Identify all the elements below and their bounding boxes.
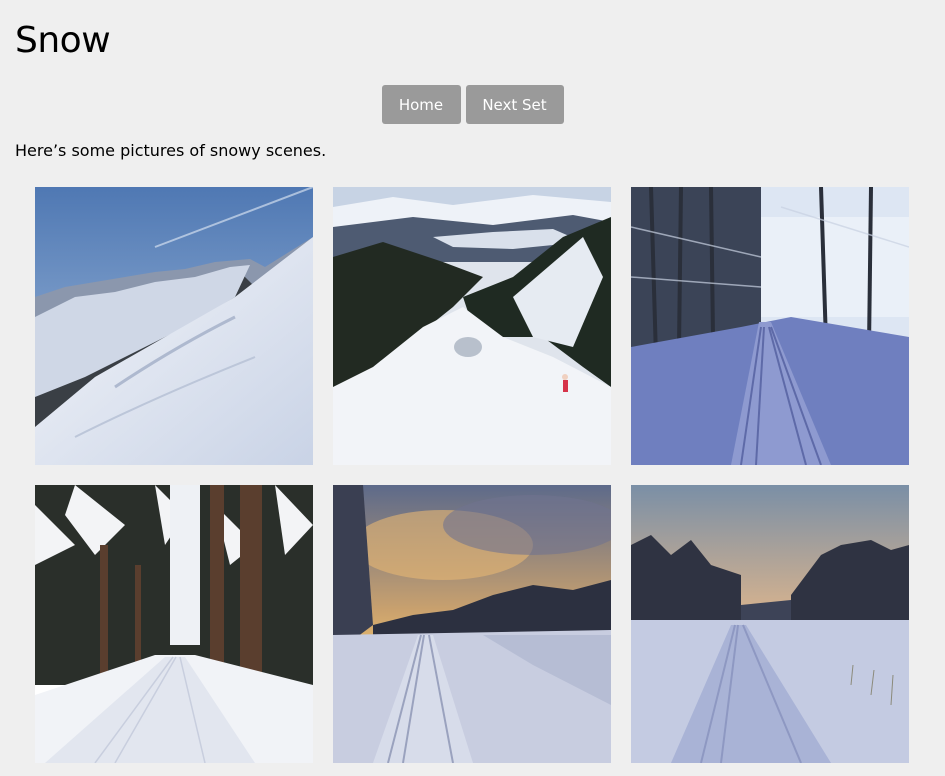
photo-forest-path[interactable] — [35, 485, 313, 763]
photo-gallery — [35, 187, 909, 763]
page-title: Snow — [15, 20, 111, 61]
photo-sunset-field[interactable] — [333, 485, 611, 763]
skier-slope-image — [333, 187, 611, 465]
photo-mountain-ridge[interactable] — [35, 187, 313, 465]
photo-skier-slope[interactable] — [333, 187, 611, 465]
groomed-trail-image — [631, 187, 909, 465]
intro-text: Here’s some pictures of snowy scenes. — [15, 141, 327, 160]
mountain-ridge-image — [35, 187, 313, 465]
forest-path-image — [35, 485, 313, 763]
photo-groomed-trail[interactable] — [631, 187, 909, 465]
dusk-field-image — [631, 485, 909, 763]
home-button[interactable]: Home — [381, 85, 461, 124]
next-set-button[interactable]: Next Set — [465, 85, 564, 124]
photo-dusk-field[interactable] — [631, 485, 909, 763]
nav-bar: Home Next Set — [0, 85, 945, 124]
sunset-field-image — [333, 485, 611, 763]
